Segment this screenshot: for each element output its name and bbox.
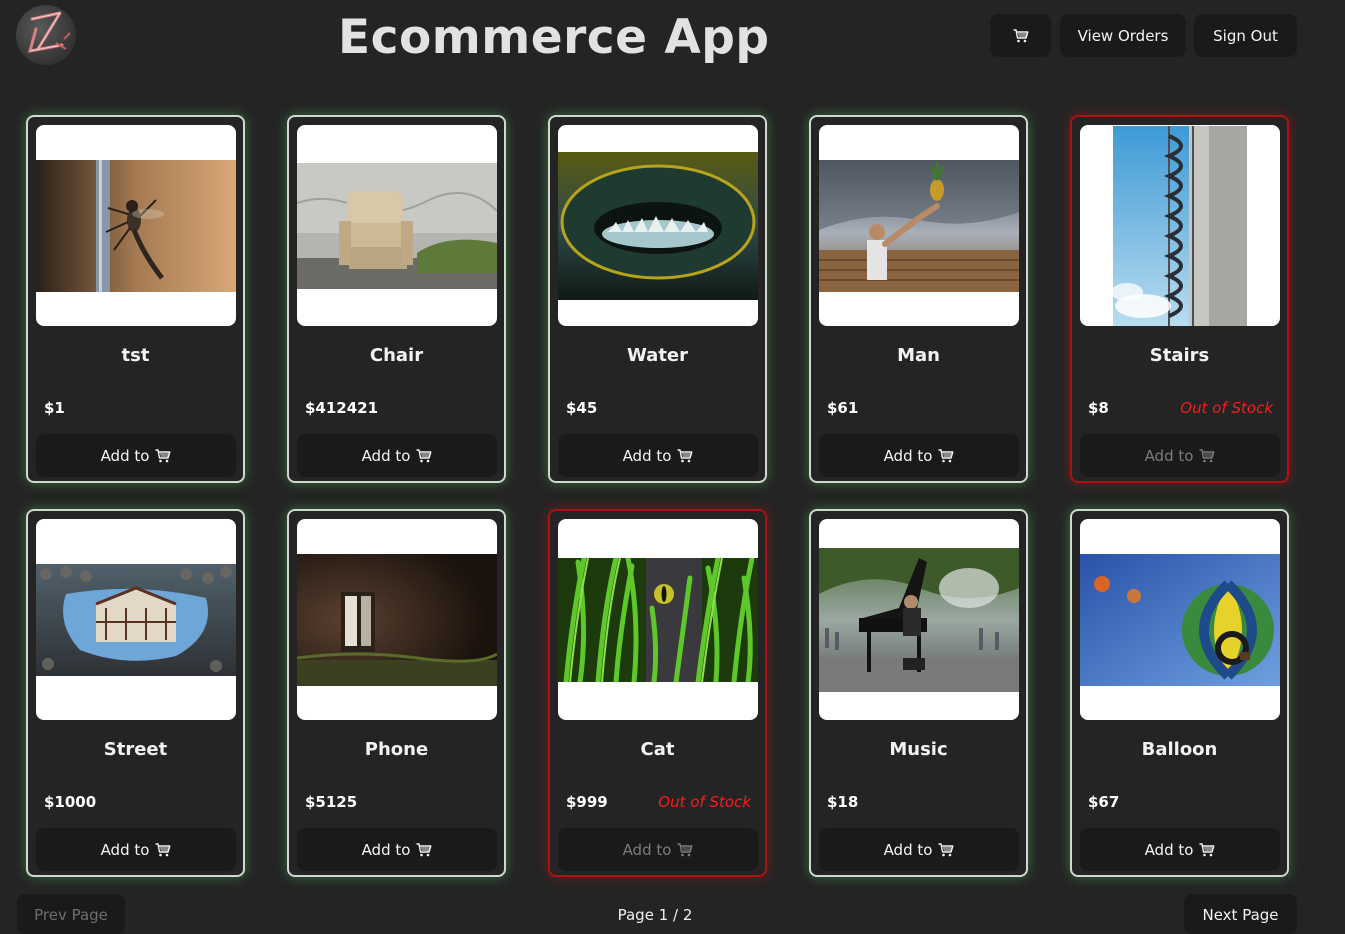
product-name: Street <box>103 739 168 760</box>
add-to-cart-button[interactable]: Add to <box>1080 828 1280 871</box>
product-name: Stairs <box>1149 345 1210 366</box>
product-card: tst $1 Add to <box>26 115 245 483</box>
cart-icon <box>416 842 432 856</box>
product-price: $412421 <box>305 399 379 417</box>
product-name: Man <box>897 345 940 366</box>
product-card: Street $1000 Add to <box>26 509 245 877</box>
add-to-cart-button[interactable]: Add to <box>36 434 236 477</box>
product-card: Balloon $67 Add to <box>1070 509 1289 877</box>
view-orders-button[interactable]: View Orders <box>1060 14 1186 57</box>
add-to-cart-button[interactable]: Add to <box>558 434 758 477</box>
cart-icon <box>416 448 432 462</box>
add-to-cart-button[interactable]: Add to <box>558 828 758 871</box>
product-image[interactable] <box>297 519 497 720</box>
product-name: Water <box>626 345 689 366</box>
add-to-cart-label: Add to <box>361 840 411 859</box>
app-header: Ecommerce App View Orders Sign Out <box>0 0 1345 80</box>
cart-icon <box>155 842 171 856</box>
add-to-cart-button[interactable]: Add to <box>1080 434 1280 477</box>
product-image[interactable] <box>36 125 236 326</box>
product-name: Cat <box>640 739 675 760</box>
product-card: Chair $412421 Add to <box>287 115 506 483</box>
product-image[interactable] <box>558 519 758 720</box>
product-image[interactable] <box>819 125 1019 326</box>
product-image[interactable] <box>819 519 1019 720</box>
product-name: Music <box>889 739 948 760</box>
product-image[interactable] <box>36 519 236 720</box>
add-to-cart-label: Add to <box>622 446 672 465</box>
app-logo[interactable] <box>16 5 76 65</box>
next-page-button[interactable]: Next Page <box>1184 894 1297 934</box>
sign-out-button[interactable]: Sign Out <box>1194 14 1297 57</box>
cart-icon <box>1199 448 1215 462</box>
product-price: $1 <box>44 399 65 417</box>
product-price: $999 <box>566 793 608 811</box>
stock-status: Out of Stock <box>1180 399 1273 417</box>
add-to-cart-label: Add to <box>361 446 411 465</box>
product-card: Cat $999 Out of Stock Add to <box>548 509 767 877</box>
product-card: Phone $5125 Add to <box>287 509 506 877</box>
product-price: $18 <box>827 793 859 811</box>
cart-icon <box>677 448 693 462</box>
product-name: tst <box>121 345 150 366</box>
add-to-cart-label: Add to <box>622 840 672 859</box>
add-to-cart-button[interactable]: Add to <box>297 828 497 871</box>
add-to-cart-label: Add to <box>100 446 150 465</box>
product-price: $5125 <box>305 793 358 811</box>
product-image[interactable] <box>1080 519 1280 720</box>
cart-button[interactable] <box>990 14 1051 57</box>
add-to-cart-label: Add to <box>883 446 933 465</box>
product-price: $1000 <box>44 793 97 811</box>
product-image[interactable] <box>558 125 758 326</box>
add-to-cart-button[interactable]: Add to <box>297 434 497 477</box>
product-card: Water $45 Add to <box>548 115 767 483</box>
product-name: Balloon <box>1141 739 1218 760</box>
page-title: Ecommerce App <box>338 10 770 65</box>
product-card: Music $18 Add to <box>809 509 1028 877</box>
logo-icon <box>27 11 71 53</box>
add-to-cart-button[interactable]: Add to <box>819 828 1019 871</box>
product-image[interactable] <box>297 125 497 326</box>
cart-icon <box>938 842 954 856</box>
product-image[interactable] <box>1080 125 1280 326</box>
add-to-cart-label: Add to <box>1144 840 1194 859</box>
page-indicator: Page 1 / 2 <box>617 906 693 924</box>
stock-status: Out of Stock <box>658 793 751 811</box>
cart-icon <box>155 448 171 462</box>
add-to-cart-label: Add to <box>100 840 150 859</box>
cart-icon <box>938 448 954 462</box>
add-to-cart-label: Add to <box>883 840 933 859</box>
add-to-cart-label: Add to <box>1144 446 1194 465</box>
product-name: Chair <box>369 345 424 366</box>
product-price: $67 <box>1088 793 1120 811</box>
product-price: $45 <box>566 399 598 417</box>
cart-icon <box>677 842 693 856</box>
product-price: $8 <box>1088 399 1109 417</box>
product-name: Phone <box>364 739 429 760</box>
add-to-cart-button[interactable]: Add to <box>36 828 236 871</box>
product-price: $61 <box>827 399 859 417</box>
cart-icon <box>1199 842 1215 856</box>
product-card: Man $61 Add to <box>809 115 1028 483</box>
add-to-cart-button[interactable]: Add to <box>819 434 1019 477</box>
product-card: Stairs $8 Out of Stock Add to <box>1070 115 1289 483</box>
cart-icon <box>1013 28 1028 42</box>
